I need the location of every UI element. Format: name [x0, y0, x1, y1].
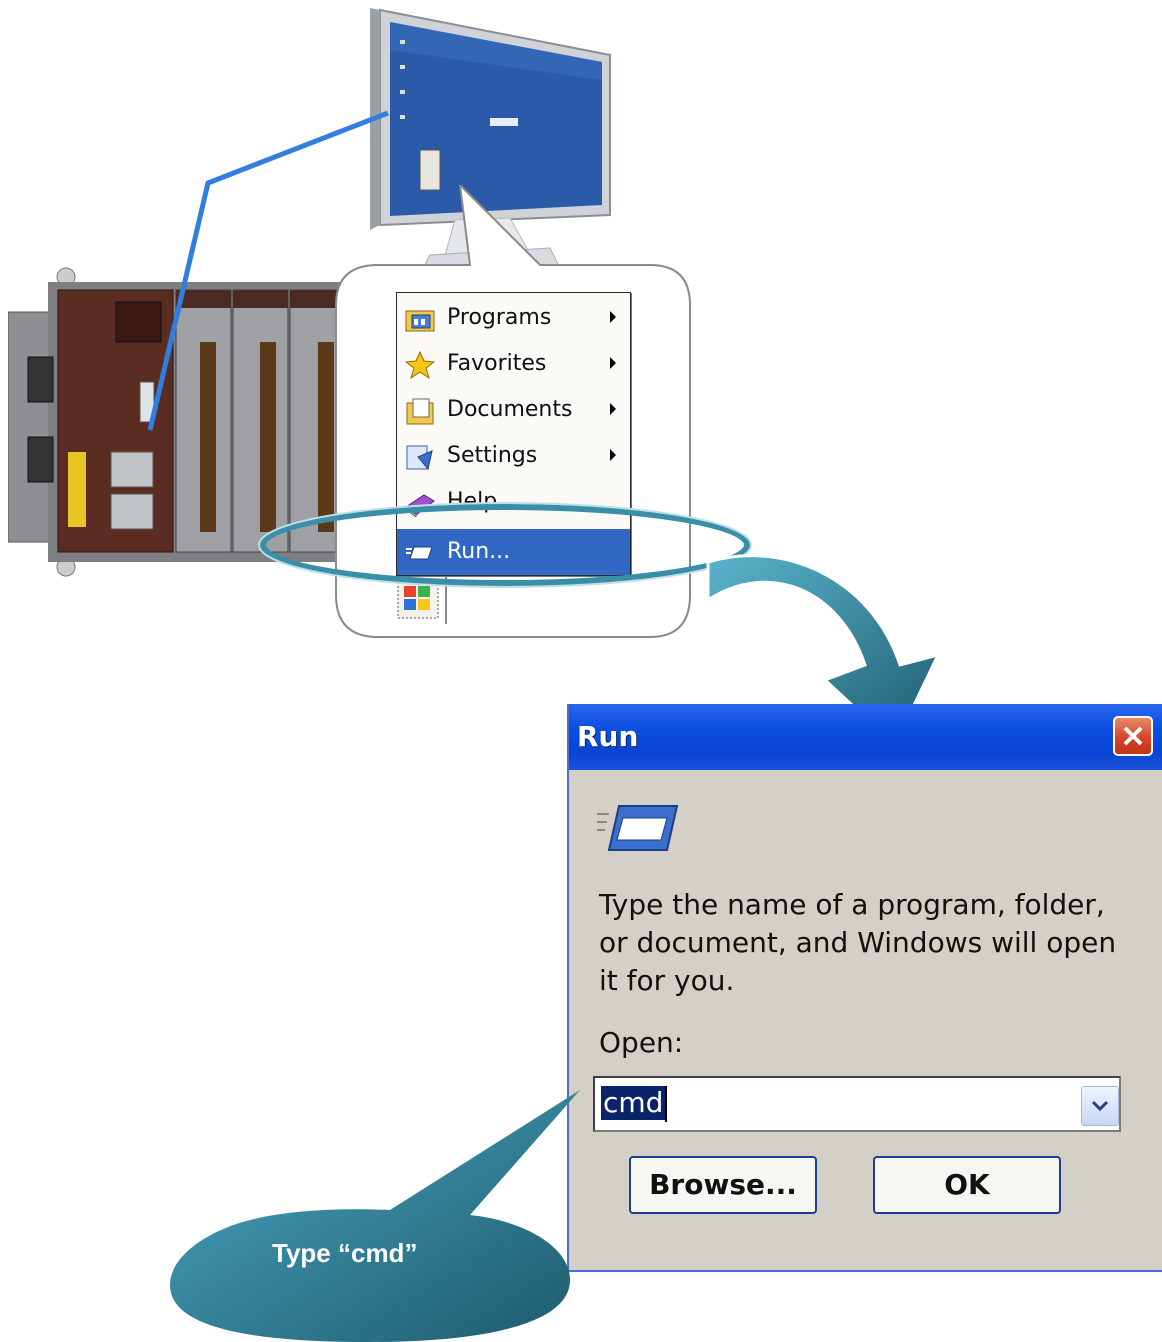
submenu-arrow-icon: [610, 357, 616, 369]
submenu-arrow-icon: [610, 403, 616, 415]
star-icon: [404, 351, 436, 379]
open-combobox[interactable]: cmd: [593, 1076, 1121, 1132]
settings-icon: [406, 445, 433, 471]
run-highlight-ellipse: [258, 502, 752, 588]
menu-item-favorites[interactable]: Favorites: [397, 341, 630, 387]
menu-item-documents[interactable]: Documents: [397, 387, 630, 433]
submenu-arrow-icon: [610, 311, 616, 323]
ok-button[interactable]: OK: [873, 1156, 1061, 1214]
menu-item-label: Favorites: [447, 351, 547, 376]
callout-text: Type “cmd”: [272, 1238, 418, 1268]
run-dialog: Run Type the name of a program, folder, …: [567, 704, 1162, 1272]
menu-item-label: Settings: [447, 443, 538, 468]
menu-item-settings[interactable]: Settings: [397, 433, 630, 479]
open-input-value[interactable]: cmd: [601, 1086, 666, 1120]
dialog-title: Run: [577, 720, 639, 753]
documents-icon: [406, 398, 434, 425]
run-dialog-titlebar[interactable]: Run: [569, 704, 1162, 770]
run-dialog-body: Type the name of a program, folder, or d…: [569, 770, 1162, 1270]
text-caret: [665, 1086, 667, 1122]
menu-item-programs[interactable]: Programs: [397, 295, 630, 341]
menu-item-label: Programs: [447, 305, 552, 330]
instruction-callout: [170, 1090, 580, 1342]
run-program-icon: [597, 805, 679, 851]
open-label: Open:: [599, 1026, 684, 1059]
dialog-description: Type the name of a program, folder, or d…: [599, 888, 1117, 997]
dropdown-button[interactable]: [1081, 1086, 1119, 1126]
programs-icon: [405, 310, 435, 332]
chevron-down-icon: [1091, 1100, 1109, 1112]
submenu-arrow-icon: [610, 449, 616, 461]
menu-item-label: Documents: [447, 397, 573, 422]
close-button[interactable]: [1113, 716, 1153, 756]
browse-button[interactable]: Browse...: [629, 1156, 817, 1214]
close-icon: [1123, 726, 1143, 746]
